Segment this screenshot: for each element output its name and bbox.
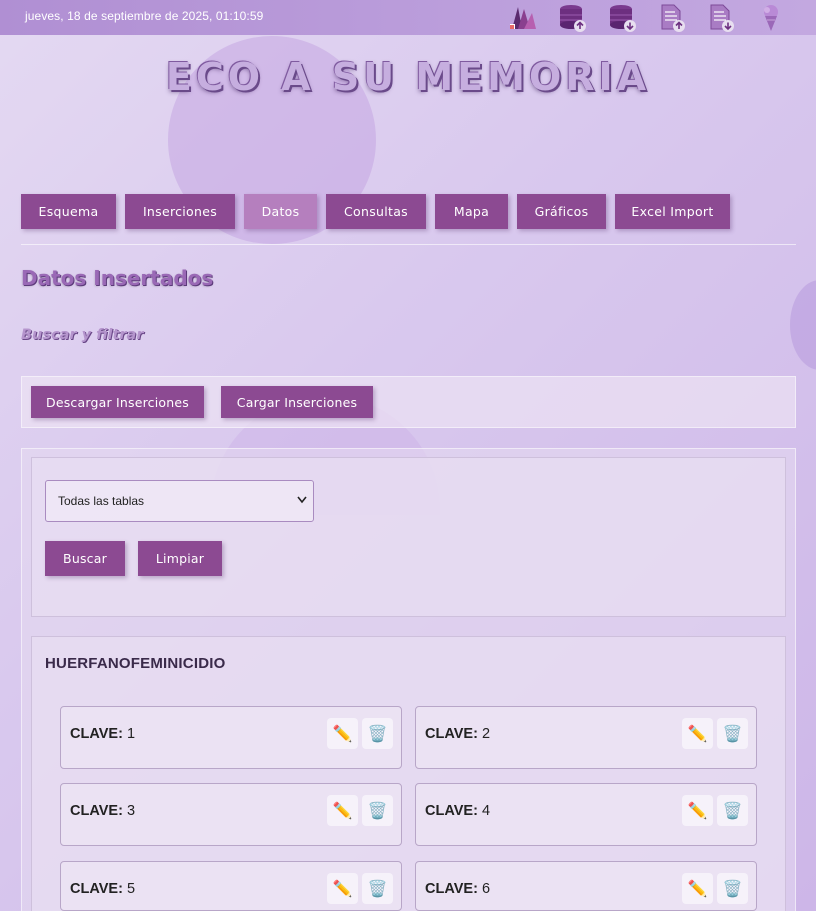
database-upload-icon[interactable] [557, 3, 587, 33]
delete-icon[interactable]: 🗑️ [717, 718, 748, 749]
database-download-icon[interactable] [607, 3, 637, 33]
download-inserts-button[interactable]: Descargar Inserciones [31, 386, 204, 418]
tab-excel-import[interactable]: Excel Import [615, 194, 730, 229]
tab-esquema[interactable]: Esquema [21, 194, 116, 229]
divider [21, 244, 796, 245]
document-upload-icon[interactable] [657, 3, 687, 33]
table-select[interactable]: Todas las tablas [45, 480, 314, 522]
record-card: CLAVE: 6 ✏️ 🗑️ [415, 861, 757, 911]
key-label: CLAVE: [70, 803, 123, 819]
delete-icon[interactable]: 🗑️ [362, 873, 393, 904]
edit-icon[interactable]: ✏️ [682, 873, 713, 904]
delete-icon[interactable]: 🗑️ [362, 795, 393, 826]
record-card: CLAVE: 1 ✏️ 🗑️ [60, 706, 402, 769]
delete-icon[interactable]: 🗑️ [362, 718, 393, 749]
section-subtitle: Buscar y filtrar [21, 327, 144, 343]
key-label: CLAVE: [425, 803, 478, 819]
tab-mapa[interactable]: Mapa [435, 194, 508, 229]
key-label: CLAVE: [70, 726, 123, 742]
table-name: HUERFANOFEMINICIDIO [45, 655, 226, 672]
key-value: 2 [481, 726, 491, 742]
edit-icon[interactable]: ✏️ [327, 718, 358, 749]
app-title: ECO A SU MEMORIA [165, 55, 651, 99]
delete-icon[interactable]: 🗑️ [717, 795, 748, 826]
chevron-down-icon [297, 494, 307, 509]
clear-button[interactable]: Limpiar [138, 541, 222, 576]
tab-consultas[interactable]: Consultas [326, 194, 426, 229]
tab-inserciones[interactable]: Inserciones [125, 194, 235, 229]
key-label: CLAVE: [425, 881, 478, 897]
edit-icon[interactable]: ✏️ [682, 718, 713, 749]
record-card: CLAVE: 3 ✏️ 🗑️ [60, 783, 402, 846]
record-card: CLAVE: 4 ✏️ 🗑️ [415, 783, 757, 846]
key-label: CLAVE: [70, 881, 123, 897]
search-button[interactable]: Buscar [45, 541, 125, 576]
table-select-value: Todas las tablas [58, 494, 145, 508]
top-bar: jueves, 18 de septiembre de 2025, 01:10:… [0, 0, 816, 35]
key-value: 4 [481, 803, 491, 819]
key-value: 6 [481, 881, 491, 897]
upload-inserts-button[interactable]: Cargar Inserciones [221, 386, 373, 418]
key-value: 1 [126, 726, 136, 742]
palette-icon[interactable] [508, 3, 538, 33]
key-value: 3 [126, 803, 136, 819]
edit-icon[interactable]: ✏️ [682, 795, 713, 826]
datetime-text: jueves, 18 de septiembre de 2025, 01:10:… [25, 9, 264, 23]
key-value: 5 [126, 881, 136, 897]
document-download-icon[interactable] [706, 3, 736, 33]
page-title: Datos Insertados [21, 266, 214, 290]
delete-icon[interactable]: 🗑️ [717, 873, 748, 904]
record-card: CLAVE: 5 ✏️ 🗑️ [60, 861, 402, 911]
edit-icon[interactable]: ✏️ [327, 795, 358, 826]
ice-cream-icon[interactable] [756, 3, 786, 33]
background-decoration [790, 280, 816, 370]
record-card: CLAVE: 2 ✏️ 🗑️ [415, 706, 757, 769]
edit-icon[interactable]: ✏️ [327, 873, 358, 904]
tab-datos[interactable]: Datos [244, 194, 317, 229]
key-label: CLAVE: [425, 726, 478, 742]
tab-graficos[interactable]: Gráficos [517, 194, 606, 229]
